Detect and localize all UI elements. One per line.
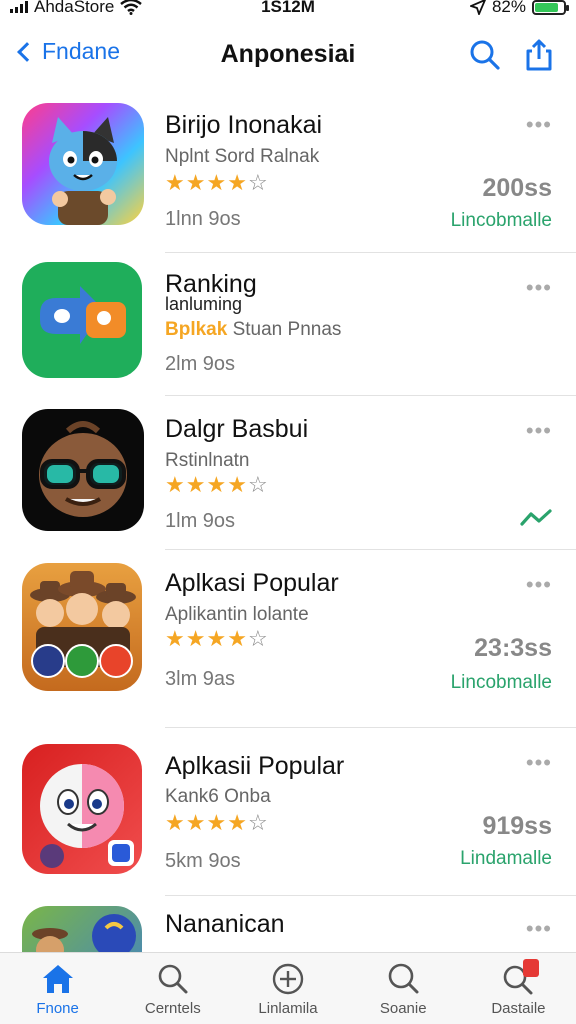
share-button[interactable]: [522, 38, 556, 72]
add-circle-icon: [272, 963, 304, 995]
rating-stars: ★★★★☆: [165, 170, 269, 196]
status-right: 82%: [469, 0, 569, 17]
list-item[interactable]: Ranking lanluming Bplkak Stuan Pnnas 2lm…: [0, 253, 576, 396]
cowboys-group-icon: [22, 563, 142, 691]
app-subtitle-row: Bplkak Stuan Pnnas: [165, 319, 341, 341]
battery-fill: [535, 2, 558, 12]
action-link[interactable]: Lindamalle: [460, 848, 552, 870]
rating-stars: ★★★★☆: [165, 810, 269, 836]
star-filled-icon: ★: [185, 472, 207, 497]
list-item[interactable]: Birijo Inonakai Nplnt Sord Ralnak ★★★★☆ …: [0, 90, 576, 253]
tab-search[interactable]: Cerntels: [115, 953, 230, 1024]
list-item[interactable]: Nananican •••: [0, 896, 576, 952]
tab-search-2[interactable]: Soanie: [346, 953, 461, 1024]
more-icon[interactable]: •••: [526, 572, 552, 598]
more-icon[interactable]: •••: [526, 916, 552, 942]
tab-label: Linlamila: [258, 1000, 318, 1017]
battery-percent: 82%: [491, 0, 526, 16]
download-count: 200ss: [482, 174, 552, 202]
list-item[interactable]: Aplkasii Popular Kank6 Onba ★★★★☆ 5km 9o…: [0, 728, 576, 896]
more-icon[interactable]: •••: [526, 750, 552, 776]
back-label: Fndane: [42, 38, 121, 64]
trend-icon: [520, 509, 552, 526]
tab-label: Dastaile: [491, 1000, 546, 1017]
star-filled-icon: ★: [165, 472, 186, 497]
app-subtitle: Nplnt Sord Ralnak: [165, 146, 320, 167]
share-icon: [526, 39, 552, 71]
star-filled-icon: ★: [185, 810, 207, 835]
app-size: 5km 9os: [165, 850, 241, 872]
star-empty-icon: ☆: [247, 626, 269, 651]
search-icon: [388, 963, 419, 994]
owl-character-icon: [22, 906, 142, 952]
star-filled-icon: ★: [185, 170, 207, 195]
star-empty-icon: ☆: [247, 810, 269, 835]
more-icon[interactable]: •••: [526, 418, 552, 444]
list-item[interactable]: Aplkasi Popular Aplikantin lolante ★★★★☆…: [0, 550, 576, 728]
more-icon[interactable]: •••: [526, 112, 552, 138]
star-filled-icon: ★: [206, 810, 228, 835]
list-item[interactable]: Dalgr Basbui Rstinlnatn ★★★★☆ 1lm 9os ••…: [0, 396, 576, 550]
star-filled-icon: ★: [165, 626, 186, 651]
star-empty-icon: ☆: [247, 472, 269, 497]
tab-updates[interactable]: Dastaile: [461, 953, 576, 1024]
star-filled-icon: ★: [227, 472, 248, 497]
app-name-echo: lanluming: [165, 294, 243, 314]
chevron-left-icon: [17, 41, 37, 62]
notification-badge: [522, 959, 539, 977]
tab-label: Soanie: [379, 1000, 427, 1017]
star-filled-icon: ★: [227, 626, 248, 651]
ball-character-icon: [22, 744, 142, 874]
app-size: 3lm 9as: [165, 668, 236, 690]
tab-label: Fnone: [36, 1000, 79, 1017]
app-name: Nananican: [165, 910, 285, 938]
search-icon: [470, 40, 500, 70]
chat-bubbles-icon: [22, 262, 142, 378]
app-size: 2lm 9os: [165, 353, 236, 375]
back-button[interactable]: Fndane: [14, 38, 120, 65]
battery-icon: [532, 0, 569, 15]
tab-bar: Fnone Cerntels Linlamila Soanie Dastaile: [0, 952, 576, 1024]
star-filled-icon: ★: [227, 810, 248, 835]
app-subtitle: Stuan Pnnas: [232, 319, 342, 340]
star-filled-icon: ★: [206, 170, 228, 195]
location-icon: [469, 0, 486, 15]
app-name: Aplkasi Popular: [165, 569, 339, 597]
rating-stars: ★★★★☆: [165, 472, 269, 498]
tab-add[interactable]: Linlamila: [230, 953, 345, 1024]
star-filled-icon: ★: [165, 170, 186, 195]
app-subtitle: Rstinlnatn: [165, 450, 250, 471]
status-bar: AhdaStore 1S12M 82%: [0, 0, 576, 20]
more-icon[interactable]: •••: [526, 275, 552, 301]
cat-character-icon: [22, 103, 144, 225]
tab-home[interactable]: Fnone: [0, 953, 115, 1024]
app-name: Aplkasii Popular: [165, 752, 345, 780]
app-subtitle: Aplikantin lolante: [165, 604, 309, 625]
home-icon: [42, 965, 73, 993]
download-count: 23:3ss: [474, 634, 552, 662]
app-name: Dalgr Basbui: [165, 415, 309, 443]
tab-label: Cerntels: [144, 1000, 201, 1017]
app-size: 1lnn 9os: [165, 208, 241, 230]
star-empty-icon: ☆: [247, 170, 269, 195]
star-filled-icon: ★: [206, 626, 228, 651]
star-filled-icon: ★: [185, 626, 207, 651]
subtitle-prefix: Bplkak: [165, 319, 228, 340]
star-filled-icon: ★: [227, 170, 248, 195]
rating-stars: ★★★★☆: [165, 626, 269, 652]
nav-bar: Fndane Anponesiai: [0, 30, 576, 82]
app-list: Birijo Inonakai Nplnt Sord Ralnak ★★★★☆ …: [0, 90, 576, 952]
action-link[interactable]: Lincobmalle: [451, 210, 552, 232]
app-name: Birijo Inonakai: [165, 111, 323, 139]
download-count: 919ss: [482, 812, 552, 840]
star-filled-icon: ★: [206, 472, 228, 497]
app-subtitle: Kank6 Onba: [165, 786, 271, 807]
search-button[interactable]: [468, 38, 502, 72]
sunglasses-character-icon: [22, 409, 144, 531]
search-icon: [158, 964, 188, 994]
app-size: 1lm 9os: [165, 510, 236, 532]
star-filled-icon: ★: [165, 810, 186, 835]
action-link[interactable]: Lincobmalle: [451, 672, 552, 694]
